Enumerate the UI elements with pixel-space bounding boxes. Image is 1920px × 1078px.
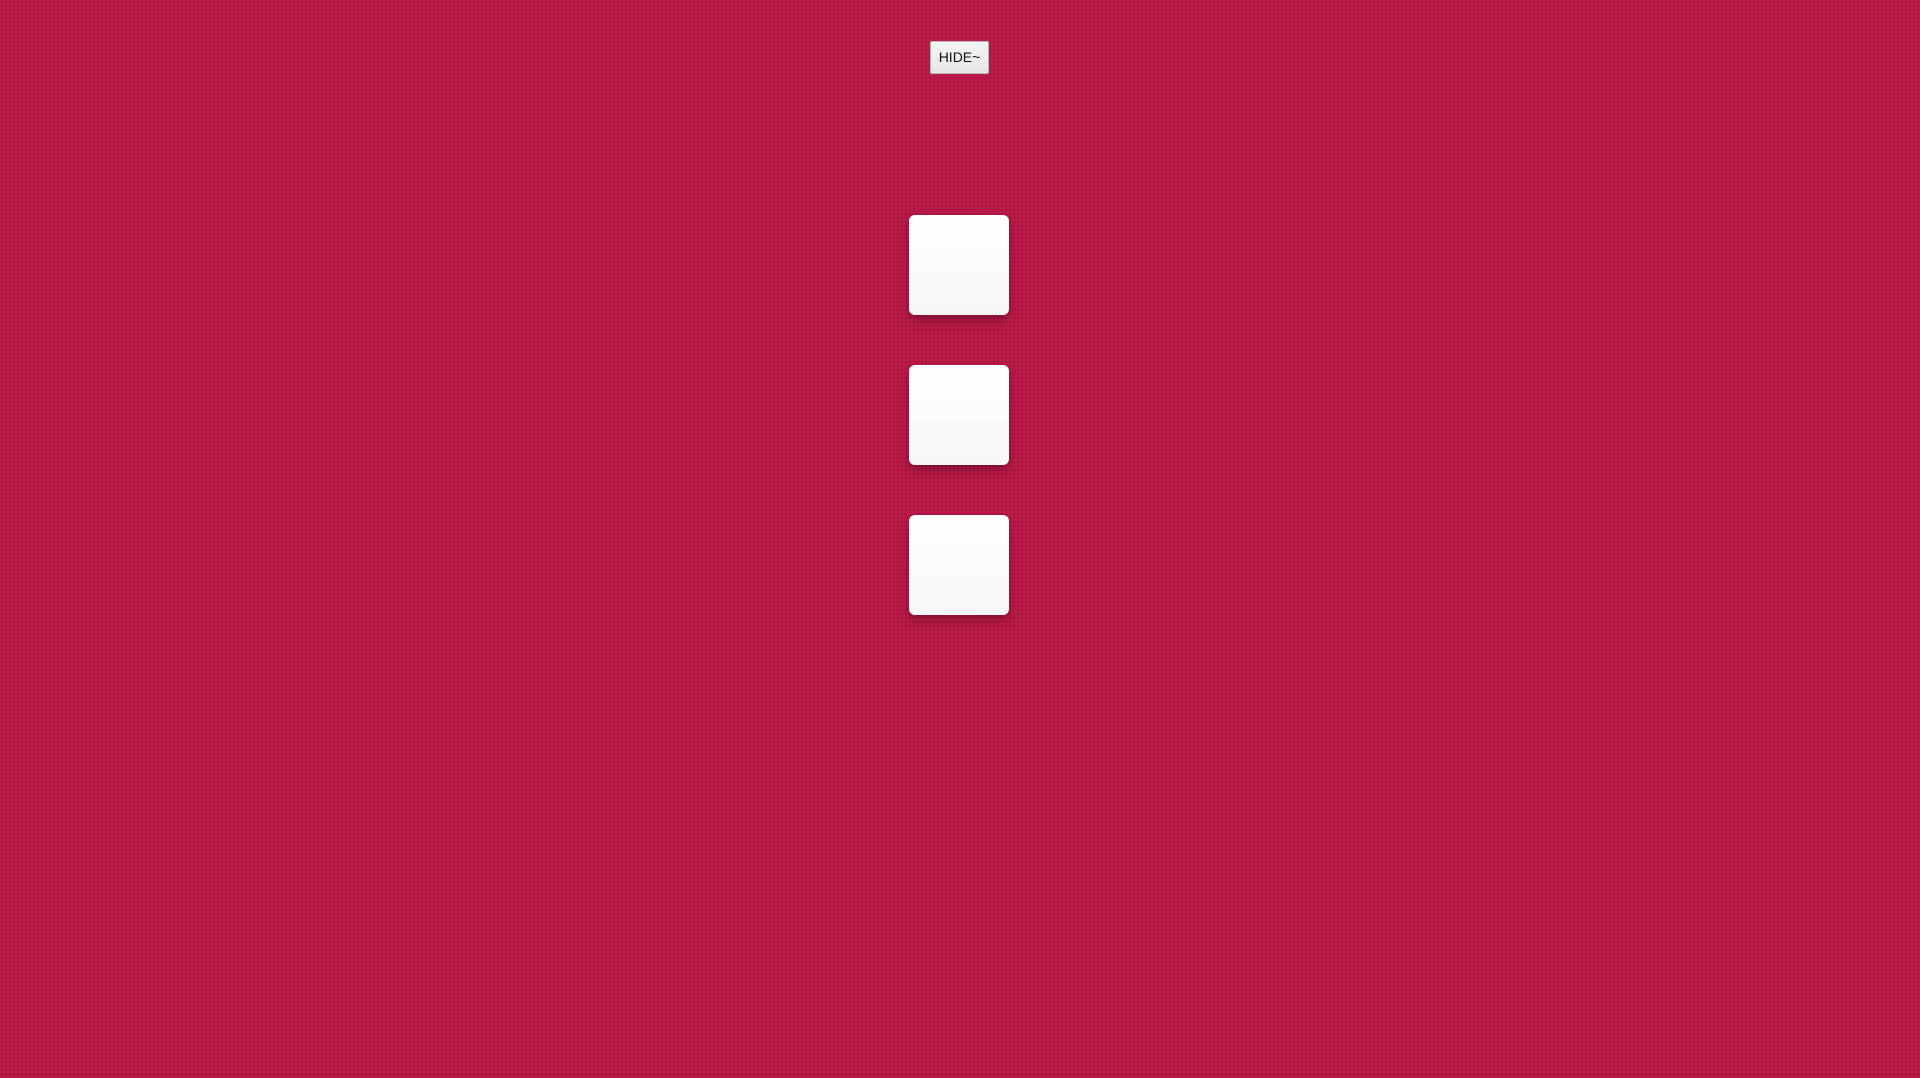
tile-1[interactable] xyxy=(909,215,1009,315)
page-background: { "toolbar": { "hide_label": "HIDE~" }, … xyxy=(0,0,1920,1078)
tile-column xyxy=(909,215,1009,615)
tile-2[interactable] xyxy=(909,365,1009,465)
tile-3[interactable] xyxy=(909,515,1009,615)
hide-button[interactable]: HIDE~ xyxy=(930,41,989,74)
